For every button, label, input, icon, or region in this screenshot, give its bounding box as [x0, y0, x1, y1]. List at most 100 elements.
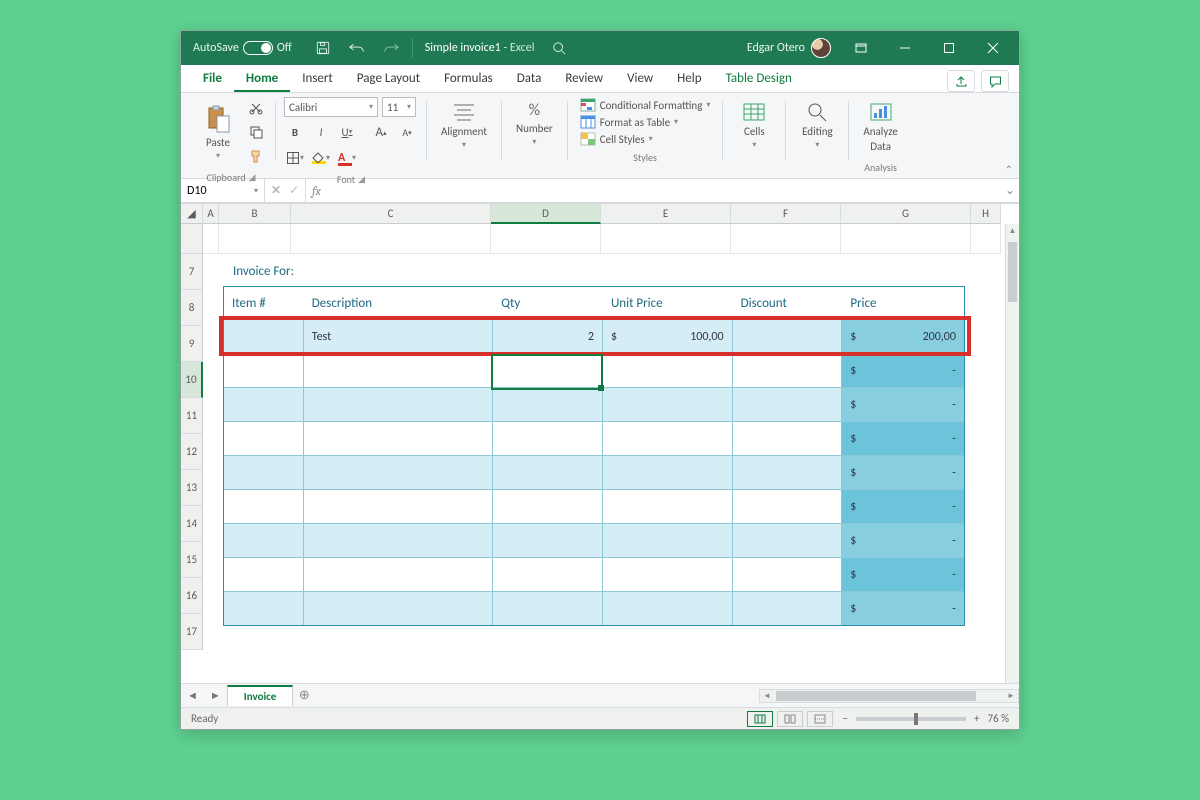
underline-button[interactable]: U▾: [336, 121, 358, 143]
account-button[interactable]: Edgar Otero: [747, 38, 831, 58]
view-page-break-button[interactable]: [807, 711, 833, 727]
font-launcher-icon[interactable]: ◢: [358, 174, 365, 185]
table-row[interactable]: $-: [224, 489, 964, 523]
save-button[interactable]: [306, 31, 340, 65]
cell-price[interactable]: $200,00: [842, 319, 964, 353]
zoom-level[interactable]: 76 %: [987, 712, 1009, 725]
row-header-11[interactable]: 11: [181, 398, 203, 434]
number-button[interactable]: % Number▾: [510, 97, 559, 151]
format-as-table-button[interactable]: Format as Table▾: [576, 114, 682, 130]
sheet-nav-prev-icon[interactable]: ◄: [181, 689, 204, 702]
clipboard-launcher-icon[interactable]: ◢: [249, 172, 256, 183]
table-row[interactable]: $-: [224, 387, 964, 421]
table-row[interactable]: $-: [224, 421, 964, 455]
row-header-7[interactable]: 7: [181, 254, 203, 290]
row-header-16[interactable]: 16: [181, 578, 203, 614]
font-color-button[interactable]: A▾: [336, 147, 358, 169]
fill-color-button[interactable]: ▾: [310, 147, 332, 169]
increase-font-button[interactable]: A▴: [370, 121, 392, 143]
cancel-formula-icon[interactable]: ✕: [271, 183, 281, 198]
analyze-data-button[interactable]: Analyze Data: [857, 97, 903, 157]
paste-button[interactable]: Paste ▾: [195, 100, 241, 165]
undo-button[interactable]: [340, 31, 374, 65]
cell-discount[interactable]: [733, 319, 843, 353]
cells-button[interactable]: Cells▾: [731, 97, 777, 154]
select-all-button[interactable]: ◢: [181, 204, 203, 224]
tab-review[interactable]: Review: [553, 65, 615, 92]
enter-formula-icon[interactable]: ✓: [289, 183, 299, 198]
view-page-layout-button[interactable]: [777, 711, 803, 727]
col-header-g[interactable]: G: [841, 204, 971, 224]
cell-unit-price[interactable]: $100,00: [603, 319, 733, 353]
borders-button[interactable]: ▾: [284, 147, 306, 169]
tab-insert[interactable]: Insert: [290, 65, 345, 92]
cell-description[interactable]: Test: [304, 319, 493, 353]
col-header-e[interactable]: E: [601, 204, 731, 224]
col-header-b[interactable]: B: [219, 204, 291, 224]
cell-styles-button[interactable]: Cell Styles▾: [576, 131, 657, 147]
maximize-button[interactable]: [927, 31, 971, 65]
comments-button[interactable]: [981, 70, 1009, 92]
row-header-9[interactable]: 9: [181, 326, 203, 362]
sheet-nav-next-icon[interactable]: ►: [204, 689, 227, 702]
row-header-13[interactable]: 13: [181, 470, 203, 506]
col-header-f[interactable]: F: [731, 204, 841, 224]
redo-button[interactable]: [374, 31, 408, 65]
vertical-scrollbar[interactable]: ▲: [1005, 224, 1019, 683]
search-button[interactable]: [542, 31, 576, 65]
minimize-button[interactable]: [883, 31, 927, 65]
tab-formulas[interactable]: Formulas: [432, 65, 505, 92]
row-header-8[interactable]: 8: [181, 290, 203, 326]
horizontal-scrollbar[interactable]: ◄ ►: [759, 689, 1019, 703]
bold-button[interactable]: B: [284, 121, 306, 143]
expand-formula-bar-button[interactable]: ⌄: [1001, 183, 1019, 198]
spreadsheet-grid[interactable]: ◢ A B C D E F G H 7 8 9 10 11 12 13 14 1…: [181, 203, 1019, 683]
col-header-d[interactable]: D: [491, 204, 601, 224]
fx-icon[interactable]: fx: [306, 184, 327, 198]
col-header-c[interactable]: C: [291, 204, 491, 224]
col-header-a[interactable]: A: [203, 204, 219, 224]
conditional-formatting-button[interactable]: Conditional Formatting▾: [576, 97, 715, 113]
tab-view[interactable]: View: [615, 65, 665, 92]
tab-table-design[interactable]: Table Design: [714, 65, 804, 92]
zoom-out-button[interactable]: −: [843, 712, 848, 725]
tab-home[interactable]: Home: [234, 65, 290, 92]
table-row[interactable]: $-: [224, 455, 964, 489]
cut-button[interactable]: [245, 97, 267, 119]
row-header[interactable]: [181, 224, 203, 254]
sheet-tab-invoice[interactable]: Invoice: [227, 685, 294, 706]
row-header-17[interactable]: 17: [181, 614, 203, 650]
table-row[interactable]: Test 2 $100,00 $200,00: [224, 319, 964, 353]
table-row[interactable]: $-: [224, 557, 964, 591]
font-size-selector[interactable]: 11▾: [382, 97, 416, 117]
table-row[interactable]: $-: [224, 353, 964, 387]
close-button[interactable]: [971, 31, 1015, 65]
row-header-12[interactable]: 12: [181, 434, 203, 470]
collapse-ribbon-button[interactable]: ⌃: [1005, 163, 1013, 176]
view-normal-button[interactable]: [747, 711, 773, 727]
format-painter-button[interactable]: [245, 145, 267, 167]
tab-file[interactable]: File: [191, 65, 234, 92]
col-header-h[interactable]: H: [971, 204, 1001, 224]
zoom-slider[interactable]: [856, 717, 966, 721]
table-row[interactable]: $-: [224, 523, 964, 557]
cell-qty[interactable]: 2: [493, 319, 603, 353]
table-row[interactable]: $-: [224, 591, 964, 625]
row-header-15[interactable]: 15: [181, 542, 203, 578]
alignment-button[interactable]: Alignment▾: [435, 97, 493, 154]
italic-button[interactable]: I: [310, 121, 332, 143]
ribbon-display-options-button[interactable]: [839, 31, 883, 65]
autosave-toggle[interactable]: AutoSave Off: [193, 41, 292, 55]
new-sheet-button[interactable]: ⊕: [293, 688, 315, 703]
tab-page-layout[interactable]: Page Layout: [345, 65, 432, 92]
zoom-in-button[interactable]: +: [974, 712, 979, 725]
tab-help[interactable]: Help: [665, 65, 713, 92]
copy-button[interactable]: [245, 121, 267, 143]
decrease-font-button[interactable]: A▾: [396, 121, 418, 143]
row-header-10[interactable]: 10: [181, 362, 203, 398]
editing-button[interactable]: Editing▾: [794, 97, 840, 154]
font-name-selector[interactable]: Calibri▾: [284, 97, 378, 117]
share-button[interactable]: [947, 70, 975, 92]
row-header-14[interactable]: 14: [181, 506, 203, 542]
tab-data[interactable]: Data: [505, 65, 554, 92]
